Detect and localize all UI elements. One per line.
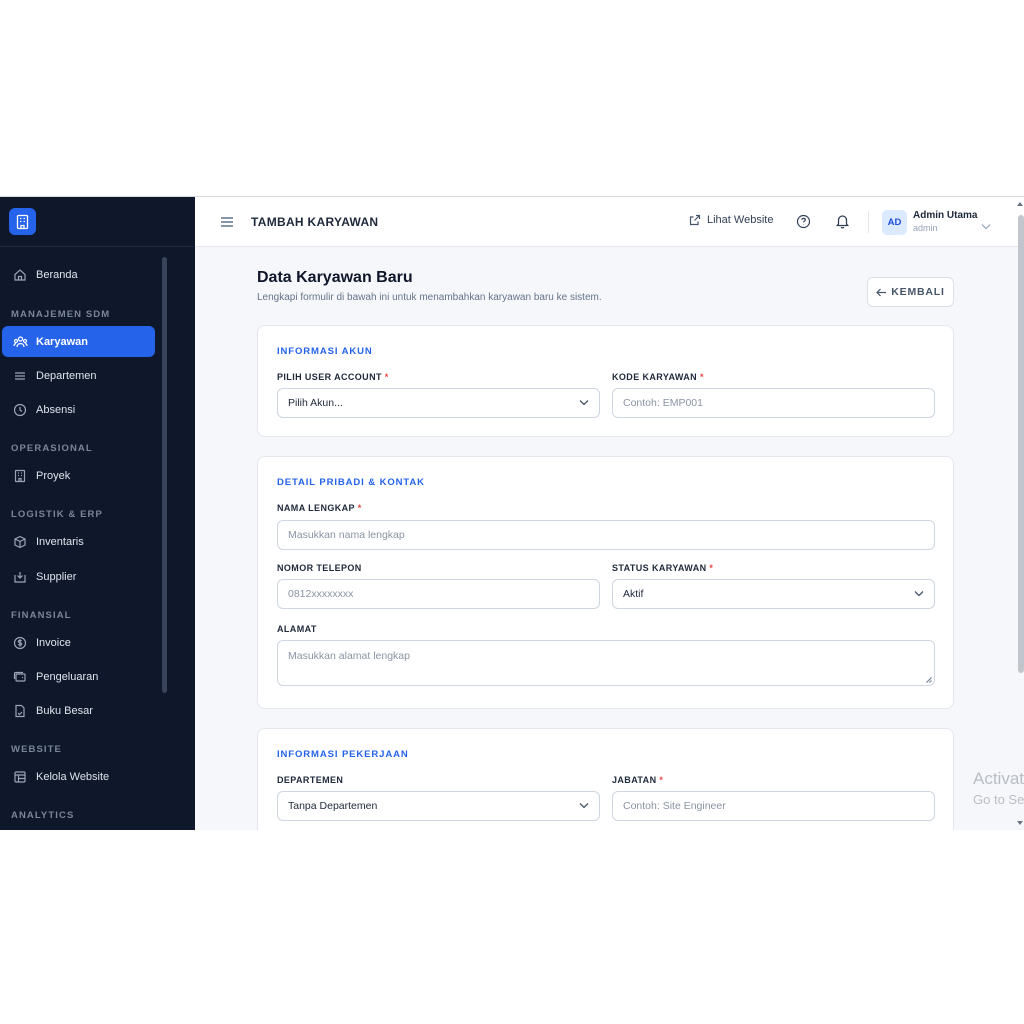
department-label: DEPARTEMEN	[277, 775, 344, 785]
page-header-title: TAMBAH KARYAWAN	[251, 215, 379, 229]
sidebar-item-label: Departemen	[36, 369, 97, 382]
box-icon	[11, 533, 29, 551]
layout-icon	[11, 768, 29, 786]
sidebar-item-kelola-website[interactable]: Kelola Website	[2, 761, 155, 792]
full-name-label: NAMA LENGKAP *	[277, 503, 362, 513]
sidebar-item-absensi[interactable]: Absensi	[2, 394, 155, 425]
employee-status-label: STATUS KARYAWAN *	[612, 563, 714, 573]
user-name[interactable]: Admin Utama	[913, 210, 977, 221]
avatar[interactable]: AD	[882, 210, 907, 235]
view-website-label: Lihat Website	[707, 214, 774, 226]
activation-watermark: Activat	[973, 769, 1024, 788]
menu-icon[interactable]	[220, 215, 234, 233]
section-label-analytics: ANALYTICS	[11, 810, 75, 821]
users-icon	[11, 333, 29, 351]
sidebar-item-departemen[interactable]: Departemen	[2, 360, 155, 391]
clock-icon	[11, 401, 29, 419]
sidebar-item-label: Karyawan	[36, 335, 88, 348]
sidebar-item-invoice[interactable]: Invoice	[2, 627, 155, 658]
sidebar-item-inventaris[interactable]: Inventaris	[2, 526, 155, 557]
chevron-down-icon	[579, 803, 589, 809]
sidebar-item-label: Kelola Website	[36, 770, 110, 783]
employee-code-label: KODE KARYAWAN *	[612, 372, 704, 382]
user-account-label: PILIH USER ACCOUNT *	[277, 372, 389, 382]
employee-status-select[interactable]: Aktif	[612, 579, 935, 609]
section-label-website: WEBSITE	[11, 744, 62, 755]
position-input[interactable]: Contoh: Site Engineer	[612, 791, 935, 821]
sidebar-item-label: Pengeluaran	[36, 670, 99, 683]
sidebar-item-label: Inventaris	[36, 535, 84, 548]
sidebar-item-supplier[interactable]: Supplier	[2, 561, 155, 592]
inbox-icon	[11, 568, 29, 586]
app-window: Beranda MANAJEMEN SDM Karyawan Departeme…	[0, 196, 1024, 830]
section-label-manajemen-sdm: MANAJEMEN SDM	[11, 309, 111, 320]
sidebar-scrollbar[interactable]	[162, 257, 167, 693]
external-link-icon	[689, 214, 701, 226]
department-select[interactable]: Tanpa Departemen	[277, 791, 600, 821]
dollar-icon	[11, 634, 29, 652]
sidebar-item-proyek[interactable]: Proyek	[2, 460, 155, 491]
sidebar: Beranda MANAJEMEN SDM Karyawan Departeme…	[0, 197, 195, 830]
user-account-select[interactable]: Pilih Akun...	[277, 388, 600, 418]
sidebar-item-label: Supplier	[36, 570, 77, 583]
card-title: INFORMASI AKUN	[277, 346, 373, 357]
book-icon	[11, 702, 29, 720]
job-info-card: INFORMASI PEKERJAAN DEPARTEMEN Tanpa Dep…	[257, 728, 954, 830]
list-icon	[11, 367, 29, 385]
account-info-card: INFORMASI AKUN PILIH USER ACCOUNT * Pili…	[257, 325, 954, 437]
sidebar-item-label: Absensi	[36, 403, 76, 416]
page-title: Data Karyawan Baru	[257, 269, 413, 286]
back-button-label: KEMBALI	[891, 286, 945, 298]
activation-watermark-sub: Go to Se	[973, 792, 1024, 807]
sidebar-item-buku-besar[interactable]: Buku Besar	[2, 695, 155, 726]
chevron-down-icon	[914, 591, 924, 597]
building-icon	[11, 467, 29, 485]
logo-icon[interactable]	[9, 208, 36, 235]
page-subtitle: Lengkapi formulir di bawah ini untuk men…	[257, 292, 602, 303]
section-label-logistik-erp: LOGISTIK & ERP	[11, 509, 103, 520]
sidebar-header	[0, 197, 195, 247]
scroll-down-arrow[interactable]	[1017, 821, 1023, 825]
help-icon[interactable]	[796, 214, 811, 234]
bell-icon[interactable]	[835, 213, 850, 234]
phone-input[interactable]: 0812xxxxxxxx	[277, 579, 600, 609]
personal-info-card: DETAIL PRIBADI & KONTAK NAMA LENGKAP * M…	[257, 456, 954, 709]
page-scrollbar[interactable]	[1018, 215, 1024, 673]
header-divider	[868, 211, 869, 233]
card-title: INFORMASI PEKERJAAN	[277, 749, 409, 760]
full-name-input[interactable]: Masukkan nama lengkap	[277, 520, 935, 550]
sidebar-item-label: Proyek	[36, 469, 71, 482]
sidebar-item-beranda[interactable]: Beranda	[2, 259, 155, 290]
back-button[interactable]: KEMBALI	[867, 277, 954, 307]
sidebar-item-label: Buku Besar	[36, 704, 93, 717]
scroll-up-arrow[interactable]	[1017, 202, 1023, 206]
card-title: DETAIL PRIBADI & KONTAK	[277, 477, 425, 488]
sidebar-item-label: Beranda	[36, 268, 78, 281]
view-website-link[interactable]: Lihat Website	[689, 214, 773, 226]
topbar: TAMBAH KARYAWAN Lihat Website AD Admin U…	[195, 197, 1024, 247]
employee-code-input[interactable]: Contoh: EMP001	[612, 388, 935, 418]
sidebar-item-label: Invoice	[36, 636, 71, 649]
home-icon	[11, 266, 29, 284]
user-role: admin	[913, 223, 938, 233]
address-label: ALAMAT	[277, 624, 317, 634]
sidebar-item-pengeluaran[interactable]: Pengeluaran	[2, 661, 155, 692]
sidebar-item-karyawan[interactable]: Karyawan	[2, 326, 155, 357]
section-label-operasional: OPERASIONAL	[11, 443, 93, 454]
position-label: JABATAN *	[612, 775, 664, 785]
resize-grip-icon[interactable]	[925, 676, 932, 683]
phone-label: NOMOR TELEPON	[277, 563, 362, 573]
address-textarea[interactable]: Masukkan alamat lengkap	[277, 640, 935, 686]
chevron-down-icon[interactable]	[981, 217, 991, 235]
chevron-down-icon	[579, 400, 589, 406]
section-label-finansial: FINANSIAL	[11, 610, 72, 621]
wallet-icon	[11, 668, 29, 686]
arrow-left-icon	[876, 288, 887, 296]
